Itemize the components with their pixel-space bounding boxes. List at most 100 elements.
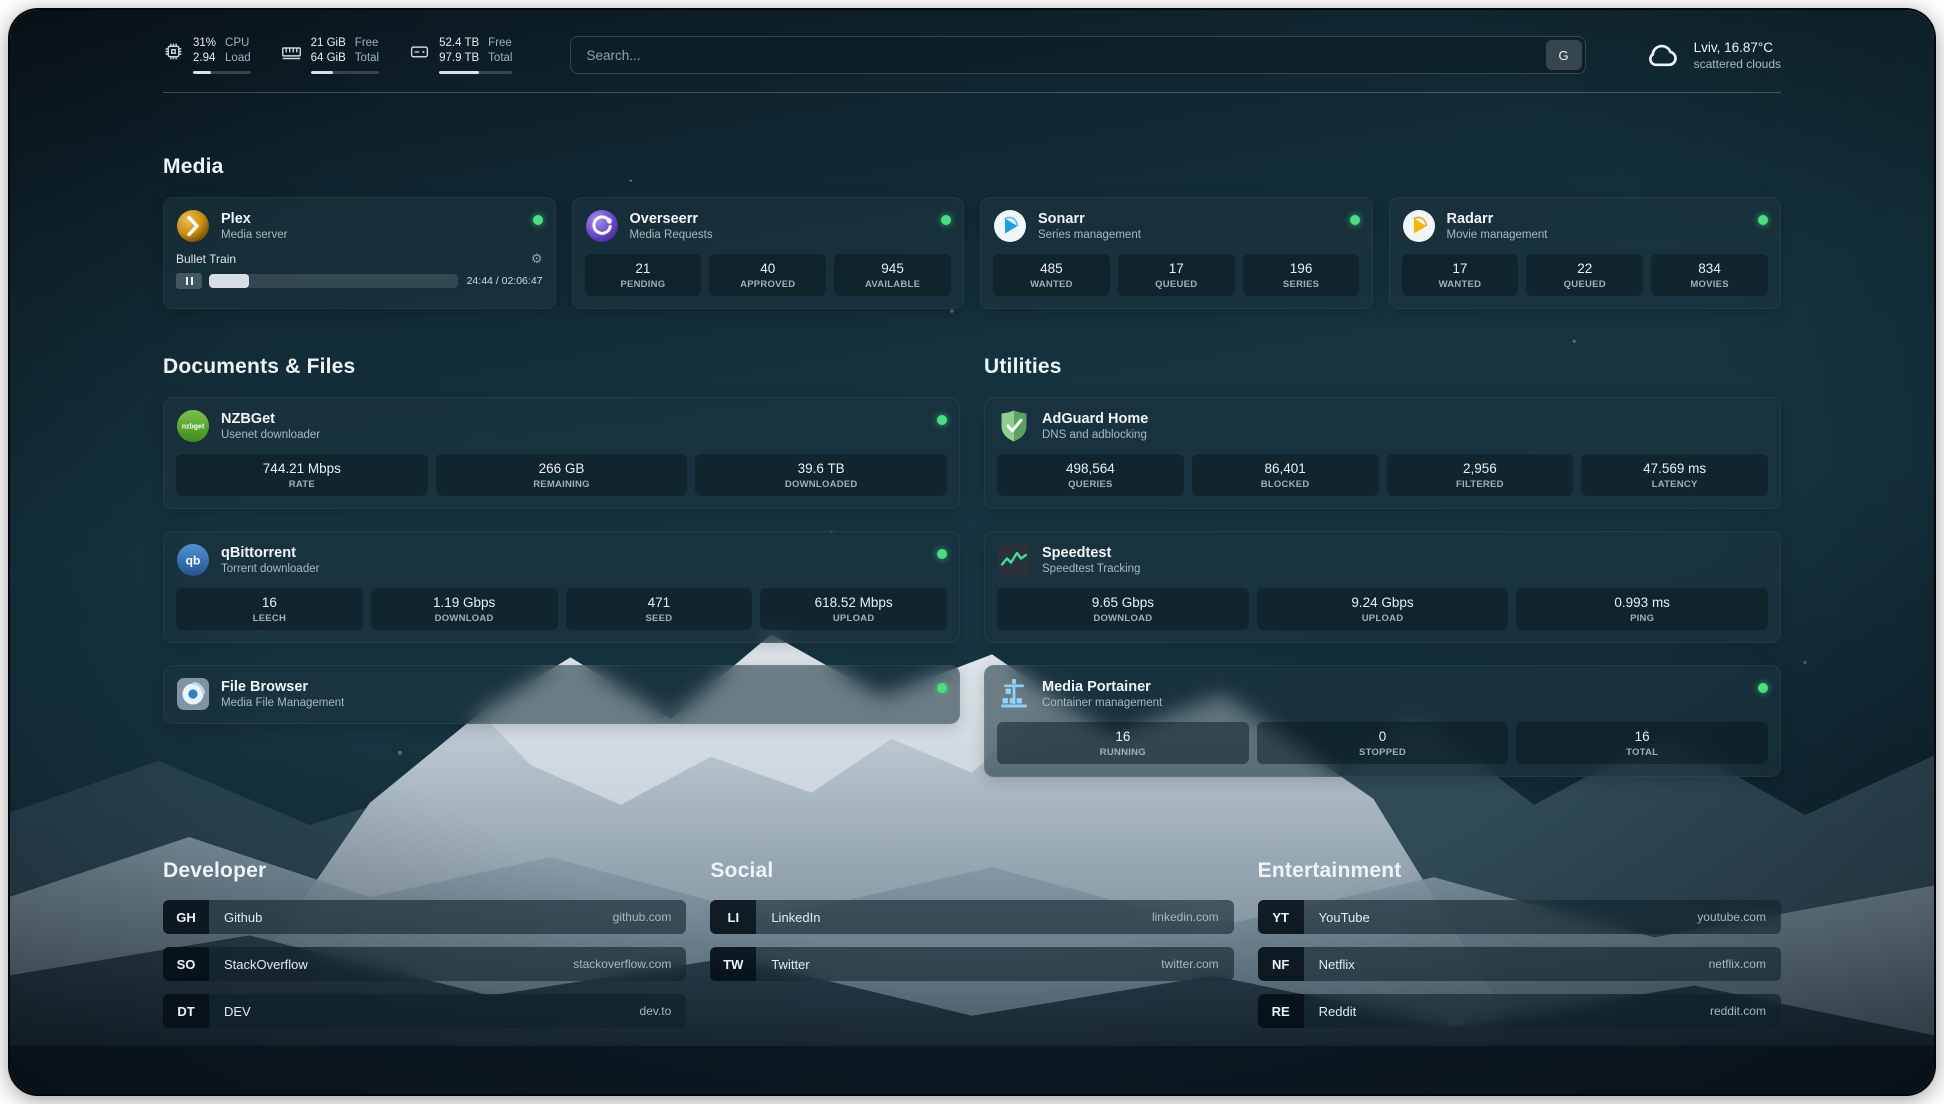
bookmark-url: dev.to [640, 1004, 687, 1018]
stat-available: 945 AVAILABLE [834, 254, 951, 296]
service-card-qbittorrent[interactable]: qb qBittorrent Torrent downloader 16 [163, 531, 960, 643]
bookmark-row-linkedin[interactable]: LI LinkedIn linkedin.com [710, 900, 1233, 934]
stat-label: QUEUED [1530, 279, 1639, 290]
stat-value: 196 [1247, 261, 1356, 276]
playback-progress-bar[interactable] [209, 274, 458, 288]
memory-widget: 21 GiB 64 GiB Free Total [281, 36, 379, 74]
section-title-entertainment: Entertainment [1258, 859, 1781, 883]
pause-button[interactable] [176, 273, 202, 289]
service-name: File Browser [221, 679, 344, 695]
service-name: Media Portainer [1042, 679, 1162, 695]
stat-label: SEED [570, 613, 749, 624]
stat-label: UPLOAD [1261, 613, 1505, 624]
bookmark-abbr: YT [1258, 900, 1304, 934]
bookmark-name: Github [224, 910, 262, 925]
media-grid: Plex Media server Bullet Train ⚙ [163, 197, 1781, 309]
bookmark-group-social: Social LI LinkedIn linkedin.com TW Twitt… [710, 859, 1233, 1041]
stat-queued: 17 QUEUED [1118, 254, 1235, 296]
service-card-sonarr[interactable]: Sonarr Series management 485 WANTED 17 Q… [980, 197, 1373, 309]
stat-value: 40 [713, 261, 822, 276]
status-dot [1758, 215, 1768, 225]
bookmark-abbr: RE [1258, 994, 1304, 1028]
portainer-icon [997, 677, 1031, 711]
service-card-nzbget[interactable]: nzbget NZBGet Usenet downloader 744.21 M… [163, 397, 960, 509]
filebrowser-icon [176, 677, 210, 711]
stat-value: 945 [838, 261, 947, 276]
search-provider-button[interactable]: G [1546, 40, 1582, 70]
service-description: Torrent downloader [221, 563, 319, 575]
dashboard: 31% 2.94 CPU Load [10, 10, 1934, 1094]
disk-labels: Free Total [488, 36, 512, 66]
bookmark-row-dev[interactable]: DT DEV dev.to [163, 994, 686, 1028]
plex-now-playing: Bullet Train ⚙ 24:44 / 02:06:47 [176, 252, 543, 289]
bookmark-row-reddit[interactable]: RE Reddit reddit.com [1258, 994, 1781, 1028]
service-card-plex[interactable]: Plex Media server Bullet Train ⚙ [163, 197, 556, 309]
section-title-media: Media [163, 155, 1781, 179]
service-card-filebrowser[interactable]: File Browser Media File Management [163, 665, 960, 724]
service-card-overseerr[interactable]: Overseerr Media Requests 21 PENDING 40 A… [572, 197, 965, 309]
service-name: Sonarr [1038, 211, 1141, 227]
cpu-load-value: 2.94 [193, 51, 216, 66]
stat-label: UPLOAD [764, 613, 943, 624]
stat-label: FILTERED [1391, 479, 1570, 490]
stat-label: QUERIES [1001, 479, 1180, 490]
service-card-speedtest[interactable]: Speedtest Speedtest Tracking 9.65 Gbps D… [984, 531, 1781, 643]
service-description: Container management [1042, 697, 1162, 709]
service-description: Speedtest Tracking [1042, 563, 1140, 575]
bookmark-row-netflix[interactable]: NF Netflix netflix.com [1258, 947, 1781, 981]
stat-value: 16 [1520, 729, 1764, 744]
adguard-icon [997, 409, 1031, 443]
bookmark-row-stackoverflow[interactable]: SO StackOverflow stackoverflow.com [163, 947, 686, 981]
stat-leech: 16 LEECH [176, 588, 363, 630]
speedtest-icon [997, 543, 1031, 577]
stat-label: BLOCKED [1196, 479, 1375, 490]
status-dot [937, 415, 947, 425]
stat-series: 196 SERIES [1243, 254, 1360, 296]
stat-value: 834 [1655, 261, 1764, 276]
gear-icon[interactable]: ⚙ [531, 253, 543, 266]
service-card-adguard[interactable]: AdGuard Home DNS and adblocking 498,564 … [984, 397, 1781, 509]
column-utilities: Utilities AdGuard Home DNS and adblockin… [984, 355, 1781, 777]
stat-value: 17 [1122, 261, 1231, 276]
service-card-portainer[interactable]: Media Portainer Container management 16 … [984, 665, 1781, 777]
stat-label: QUEUED [1122, 279, 1231, 290]
stat-latency: 47.569 ms LATENCY [1581, 454, 1768, 496]
bookmark-url: netflix.com [1709, 957, 1781, 971]
bookmark-url: youtube.com [1697, 910, 1781, 924]
bookmark-abbr: LI [710, 900, 756, 934]
bookmark-row-youtube[interactable]: YT YouTube youtube.com [1258, 900, 1781, 934]
stat-download: 1.19 Gbps DOWNLOAD [371, 588, 558, 630]
stat-value: 498,564 [1001, 461, 1180, 476]
cpu-labels: CPU Load [225, 36, 251, 66]
top-bar: 31% 2.94 CPU Load [163, 36, 1781, 74]
bookmark-row-twitter[interactable]: TW Twitter twitter.com [710, 947, 1233, 981]
disk-free-value: 52.4 TB [439, 36, 479, 51]
bookmark-url: stackoverflow.com [573, 957, 686, 971]
service-card-radarr[interactable]: Radarr Movie management 17 WANTED 22 QUE… [1389, 197, 1782, 309]
sonarr-icon [993, 209, 1027, 243]
stat-value: 21 [589, 261, 698, 276]
weather-condition: scattered clouds [1694, 57, 1781, 71]
stat-blocked: 86,401 BLOCKED [1192, 454, 1379, 496]
stat-value: 1.19 Gbps [375, 595, 554, 610]
nzbget-icon: nzbget [176, 409, 210, 443]
service-description: Movie management [1447, 229, 1548, 241]
status-dot [937, 549, 947, 559]
stat-value: 485 [997, 261, 1106, 276]
disk-values: 52.4 TB 97.9 TB [439, 36, 479, 66]
playback-time: 24:44 / 02:06:47 [467, 275, 543, 287]
stat-seed: 471 SEED [566, 588, 753, 630]
weather-widget: Lviv, 16.87°C scattered clouds [1644, 36, 1781, 74]
status-dot [1758, 683, 1768, 693]
bookmark-name: DEV [224, 1004, 251, 1019]
stat-value: 9.24 Gbps [1261, 595, 1505, 610]
service-description: Series management [1038, 229, 1141, 241]
column-documents: Documents & Files nzbget NZBGet Usenet d… [163, 355, 960, 777]
bookmark-row-github[interactable]: GH Github github.com [163, 900, 686, 934]
plex-icon [176, 209, 210, 243]
stat-value: 16 [1001, 729, 1245, 744]
bookmark-url: linkedin.com [1152, 910, 1234, 924]
cpu-icon [163, 41, 184, 62]
search-input[interactable] [570, 36, 1585, 74]
status-dot [533, 215, 543, 225]
